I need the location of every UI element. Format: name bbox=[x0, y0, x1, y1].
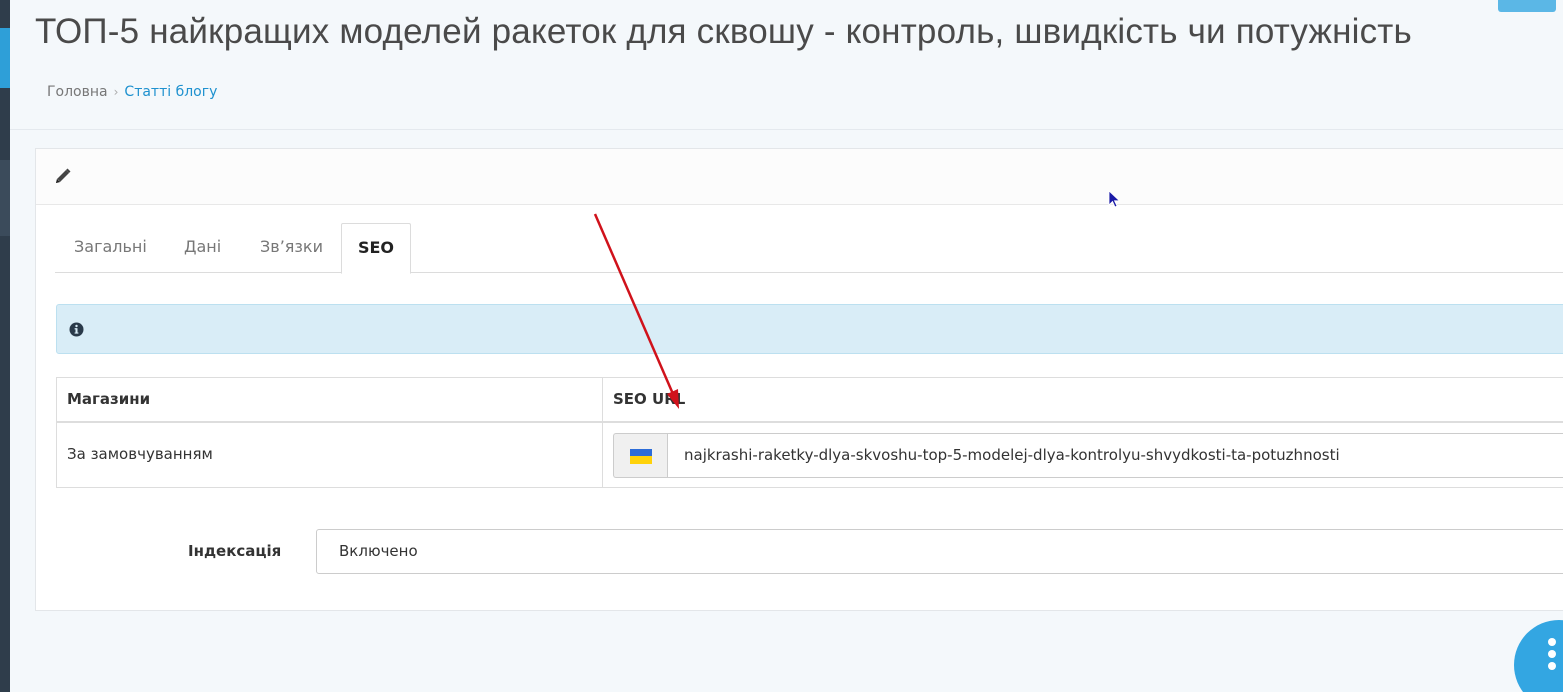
column-divider bbox=[602, 378, 603, 487]
mouse-cursor-icon bbox=[1108, 190, 1121, 208]
store-name-cell: За замовчуванням bbox=[67, 445, 213, 463]
more-vertical-icon-dot bbox=[1548, 650, 1556, 658]
edit-panel: Загальні Дані Зв’язки SEO Магазини SEO U… bbox=[35, 148, 1563, 611]
tab-data[interactable]: Дані bbox=[165, 223, 240, 273]
breadcrumb-separator: › bbox=[113, 85, 119, 99]
ukraine-flag-icon bbox=[630, 449, 652, 464]
tab-bar: Загальні Дані Зв’язки SEO bbox=[55, 223, 1563, 274]
table-header-row: Магазини SEO URL bbox=[57, 378, 1563, 423]
breadcrumb-home-link[interactable]: Головна bbox=[47, 84, 108, 100]
sidebar-section-marker bbox=[0, 160, 10, 236]
more-vertical-icon bbox=[1548, 638, 1556, 646]
left-sidebar-rail bbox=[0, 0, 10, 692]
tab-links[interactable]: Зв’язки bbox=[241, 223, 342, 273]
seo-url-input-group: najkrashi-raketky-dlya-skvoshu-top-5-mod… bbox=[613, 433, 1563, 478]
sidebar-active-marker bbox=[0, 28, 10, 88]
indexing-select[interactable]: Включено bbox=[316, 529, 1563, 574]
indexing-label: Індексація bbox=[188, 542, 282, 560]
language-addon bbox=[613, 433, 667, 478]
page-title: ТОП-5 найкращих моделей ракеток для скво… bbox=[35, 12, 1412, 51]
info-alert bbox=[56, 304, 1563, 354]
more-vertical-icon-dot bbox=[1548, 662, 1556, 670]
column-header-seo-url: SEO URL bbox=[613, 390, 686, 408]
tab-general[interactable]: Загальні bbox=[55, 223, 166, 273]
info-circle-icon bbox=[69, 322, 84, 337]
tab-seo[interactable]: SEO bbox=[341, 223, 411, 274]
seo-url-table: Магазини SEO URL За замовчуванням najkra… bbox=[56, 377, 1563, 488]
panel-heading bbox=[36, 149, 1563, 205]
breadcrumb: Головна › Статті блогу bbox=[47, 84, 217, 100]
header-action-button[interactable] bbox=[1498, 0, 1556, 12]
breadcrumb-blog-link[interactable]: Статті блогу bbox=[124, 84, 217, 100]
pencil-icon bbox=[56, 168, 71, 183]
seo-url-input[interactable]: najkrashi-raketky-dlya-skvoshu-top-5-mod… bbox=[667, 433, 1563, 478]
more-actions-button[interactable] bbox=[1514, 620, 1563, 692]
column-header-stores: Магазини bbox=[67, 390, 151, 408]
page-header: ТОП-5 найкращих моделей ракеток для скво… bbox=[10, 0, 1563, 130]
